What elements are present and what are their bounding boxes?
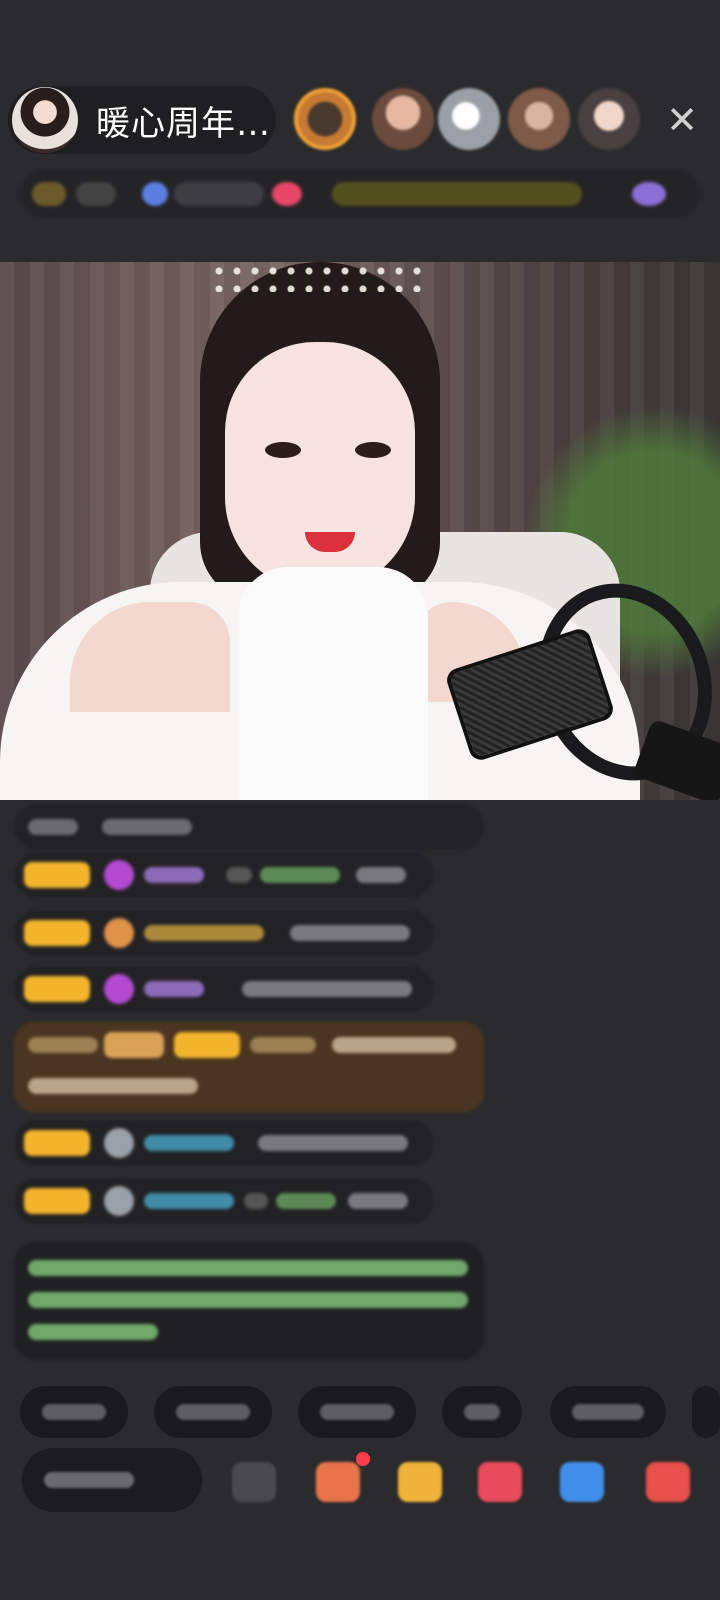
audience-avatar[interactable] xyxy=(508,88,570,150)
audience-avatar[interactable] xyxy=(438,88,500,150)
gift-icon xyxy=(272,182,302,206)
chat-message[interactable] xyxy=(14,966,434,1012)
game-icon[interactable] xyxy=(560,1462,604,1502)
chat-message-highlight[interactable] xyxy=(14,1022,484,1112)
close-icon[interactable]: ✕ xyxy=(664,101,700,139)
fan-club-icon[interactable] xyxy=(478,1462,522,1502)
hot-icon xyxy=(142,182,168,206)
announcement-text xyxy=(332,182,582,206)
system-welcome-message xyxy=(14,1242,484,1360)
treasure-icon[interactable] xyxy=(398,1462,442,1502)
chat-message[interactable] xyxy=(14,1120,434,1166)
live-video[interactable] xyxy=(0,262,720,800)
notification-dot xyxy=(356,1452,370,1466)
shop-icon[interactable] xyxy=(316,1462,360,1502)
chat-message[interactable] xyxy=(14,1178,434,1224)
info-text xyxy=(174,182,264,206)
host-avatar[interactable] xyxy=(12,87,78,153)
audience-avatar[interactable] xyxy=(294,88,356,150)
quick-reply-button[interactable] xyxy=(20,1386,128,1438)
audience-avatar[interactable] xyxy=(372,88,434,150)
audience-avatar[interactable] xyxy=(578,88,640,150)
quick-reply-button[interactable] xyxy=(692,1386,720,1438)
host-profile-pill[interactable]: 暖心周年… xyxy=(8,86,276,154)
quick-reply-button[interactable] xyxy=(550,1386,666,1438)
streamer-face xyxy=(225,342,415,592)
info-text xyxy=(76,182,116,206)
quick-reply-button[interactable] xyxy=(442,1386,522,1438)
streamer-eye xyxy=(265,442,301,458)
quick-reply-button[interactable] xyxy=(154,1386,272,1438)
emoji-icon xyxy=(632,182,666,206)
streamer-halter xyxy=(238,567,428,800)
quick-reply-button[interactable] xyxy=(298,1386,416,1438)
streamer-tiara xyxy=(210,262,430,292)
more-icon[interactable] xyxy=(232,1462,276,1502)
gift-icon[interactable] xyxy=(646,1462,690,1502)
host-name: 暖心周年… xyxy=(96,103,271,144)
chat-message[interactable] xyxy=(14,910,434,956)
streamer-eye xyxy=(355,442,391,458)
rank-icon xyxy=(32,182,66,206)
chat-message[interactable] xyxy=(14,852,434,898)
chat-message[interactable] xyxy=(14,804,484,850)
chat-input[interactable] xyxy=(22,1448,202,1512)
stream-info-bar[interactable] xyxy=(20,170,700,218)
